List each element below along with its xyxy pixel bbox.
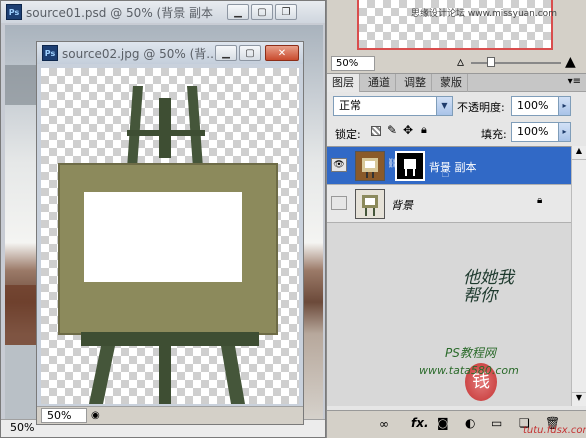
adjustment-icon[interactable]: ◐ xyxy=(465,416,475,430)
status-arrow-icon[interactable]: ◉ xyxy=(91,410,100,421)
minimize-icon: ▁ xyxy=(222,47,230,59)
navigator-zoom-slider[interactable] xyxy=(471,62,561,64)
fill-value: 100% xyxy=(517,125,549,138)
panel-menu-icon[interactable]: ▾≡ xyxy=(568,76,581,87)
group-icon[interactable]: ▭ xyxy=(491,416,502,430)
opacity-label: 不透明度: xyxy=(457,101,505,114)
layers-scrollbar[interactable]: ▲ ▼ xyxy=(571,146,586,406)
tab-masks[interactable]: 蒙版 xyxy=(435,74,468,92)
lock-icon: 🔒︎ xyxy=(537,195,543,206)
watermark-handwriting: 他她我帮你 xyxy=(463,268,514,306)
hand-cursor-icon: ☝︎ xyxy=(441,165,450,181)
maximize-button[interactable]: ▢ xyxy=(251,4,273,20)
layer-row-background-copy[interactable]: 👁︎ ⛓︎ 背景 副本 ☝︎ xyxy=(327,147,571,185)
source02-statusbar: 50% ◉ xyxy=(37,406,303,424)
lock-move-icon[interactable]: ✥ xyxy=(403,123,413,137)
source02-zoom-field[interactable]: 50% xyxy=(41,408,87,423)
lock-transparent-icon[interactable] xyxy=(371,126,381,136)
maximize-icon: ▢ xyxy=(245,47,255,59)
eye-icon[interactable]: 👁︎ xyxy=(331,158,347,172)
fx-icon[interactable]: fx. xyxy=(411,416,429,430)
layers-bottom-toolbar: ∞ fx. ◙ ◐ ▭ ❏ 🗑︎ tutu.fdsx.com xyxy=(327,410,586,438)
visibility-toggle[interactable] xyxy=(331,196,347,210)
source01-title: source01.psd @ 50% (背景 副本 xyxy=(26,5,214,20)
tab-adjustments[interactable]: 调整 xyxy=(399,74,432,92)
layers-panel: 图层 通道 调整 蒙版 ▾≡ 正常 ▼ 不透明度: 100% ▸ 锁定: ✎ ✥… xyxy=(327,73,586,438)
link-icon[interactable]: ∞ xyxy=(379,417,389,431)
photoshop-icon: Ps xyxy=(42,45,58,61)
layer-thumbnail xyxy=(355,151,385,181)
tab-layers[interactable]: 图层 xyxy=(327,74,360,92)
mask-icon[interactable]: ◙ xyxy=(437,416,449,430)
fill-field[interactable]: 100% ▸ xyxy=(511,122,571,142)
layer-mask-thumbnail[interactable] xyxy=(395,151,425,181)
fill-arrow-icon[interactable]: ▸ xyxy=(558,123,570,141)
tab-channels[interactable]: 通道 xyxy=(363,74,396,92)
blend-mode-value: 正常 xyxy=(339,99,361,112)
blend-mode-select[interactable]: 正常 ▼ xyxy=(333,96,453,116)
watermark-site-line1: PS教程网 xyxy=(445,346,496,360)
zoom-out-icon[interactable]: ▵ xyxy=(457,54,464,70)
navigator-panel: 思缘设计论坛 www.missyuan.com 50% ▵ ▲ xyxy=(327,0,586,72)
navigator-preview[interactable]: 思缘设计论坛 www.missyuan.com xyxy=(357,0,557,50)
source01-titlebar[interactable]: Ps source01.psd @ 50% (背景 副本 ▁ ▢ ❐ xyxy=(1,1,325,23)
watermark-bottom: tutu.fdsx.com xyxy=(523,425,586,436)
close-icon: ✕ xyxy=(277,47,287,59)
scroll-down-icon[interactable]: ▼ xyxy=(572,392,586,406)
source02-title: source02.jpg @ 50% (背... xyxy=(62,46,218,61)
lock-brush-icon[interactable]: ✎ xyxy=(387,123,397,137)
navigator-zoom-handle[interactable] xyxy=(487,57,495,67)
easel-image xyxy=(58,86,278,404)
restore-icon: ❐ xyxy=(281,6,291,18)
opacity-arrow-icon[interactable]: ▸ xyxy=(558,97,570,115)
layer-row-background[interactable]: 背景 🔒︎ xyxy=(327,185,571,223)
opacity-field[interactable]: 100% ▸ xyxy=(511,96,571,116)
layers-panel-tabs: 图层 通道 调整 蒙版 ▾≡ xyxy=(327,74,586,92)
watermark: 他她我帮你 钱 xyxy=(455,269,569,407)
minimize-button[interactable]: ▁ xyxy=(227,4,249,20)
source02-titlebar[interactable]: Ps source02.jpg @ 50% (背... ▁ ▢ ✕ xyxy=(37,42,303,64)
layer-thumbnail xyxy=(355,189,385,219)
layer-name[interactable]: 背景 xyxy=(391,197,413,213)
maximize-button[interactable]: ▢ xyxy=(239,45,261,61)
navigator-zoom-field[interactable]: 50% xyxy=(331,56,375,71)
lock-all-icon[interactable]: 🔒︎ xyxy=(421,123,427,137)
source02-canvas[interactable] xyxy=(41,68,299,404)
fill-label: 填充: xyxy=(481,128,507,141)
panels-dock: 思缘设计论坛 www.missyuan.com 50% ▵ ▲ 图层 通道 调整… xyxy=(326,0,586,438)
lock-label: 锁定: xyxy=(335,128,361,141)
minimize-button[interactable]: ▁ xyxy=(215,45,237,61)
opacity-value: 100% xyxy=(517,99,549,112)
minimize-icon: ▁ xyxy=(234,6,242,18)
layer-name[interactable]: 背景 副本 xyxy=(429,159,477,175)
photoshop-icon: Ps xyxy=(6,4,22,20)
chevron-down-icon[interactable]: ▼ xyxy=(436,97,452,115)
navigator-watermark-text: 思缘设计论坛 www.missyuan.com xyxy=(411,9,557,19)
document-window-source02[interactable]: Ps source02.jpg @ 50% (背... ▁ ▢ ✕ 50% ◉ xyxy=(36,41,304,425)
scroll-up-icon[interactable]: ▲ xyxy=(572,146,586,160)
close-button[interactable]: ✕ xyxy=(265,45,299,61)
maximize-icon: ▢ xyxy=(257,6,267,18)
zoom-in-icon[interactable]: ▲ xyxy=(565,54,576,70)
watermark-site-line2: www.tata580.com xyxy=(419,364,519,377)
restore-button[interactable]: ❐ xyxy=(275,4,297,20)
